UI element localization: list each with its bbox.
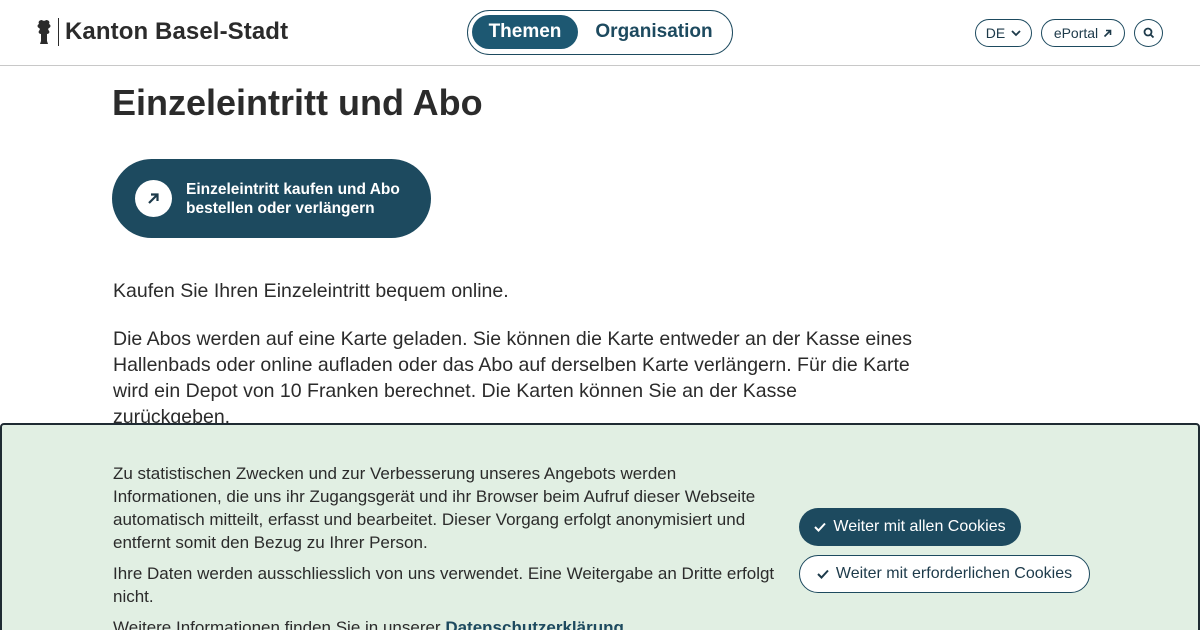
logo-divider — [58, 18, 59, 46]
check-icon — [814, 522, 827, 532]
cookie-text-1: Zu statistischen Zwecken und zur Verbess… — [113, 464, 756, 552]
intro-paragraph: Kaufen Sie Ihren Einzeleintritt bequem o… — [113, 280, 509, 302]
cookie-text-3-suffix: . — [623, 618, 629, 630]
cookie-text-2: Ihre Daten werden ausschliesslich von un… — [113, 564, 775, 606]
abo-paragraph: Die Abos werden auf eine Karte geladen. … — [113, 328, 912, 428]
cta-label-line1: Einzeleintritt kaufen und Abo — [186, 181, 400, 198]
site-logo[interactable]: Kanton Basel-Stadt — [36, 18, 288, 46]
cta-icon-circle — [135, 180, 172, 217]
accept-all-cookies-button[interactable]: Weiter mit allen Cookies — [799, 508, 1021, 546]
site-name: Kanton Basel-Stadt — [65, 18, 289, 45]
search-button[interactable] — [1134, 19, 1163, 47]
accept-required-cookies-button[interactable]: Weiter mit erforderlichen Cookies — [799, 555, 1090, 593]
main-nav: Themen Organisation — [467, 10, 733, 55]
search-icon — [1143, 27, 1154, 39]
privacy-policy-link[interactable]: Datenschutzerklärung — [445, 618, 624, 630]
language-label: DE — [985, 25, 1006, 41]
cookie-text: Zu statistischen Zwecken und zur Verbess… — [113, 462, 785, 630]
check-icon — [817, 569, 829, 579]
chevron-down-icon — [1011, 29, 1021, 36]
nav-organisation-button[interactable]: Organisation — [582, 15, 726, 49]
eportal-link[interactable]: ePortal — [1041, 19, 1125, 47]
page-title: Einzeleintritt und Abo — [112, 82, 483, 123]
site-header: Kanton Basel-Stadt Themen Organisation D… — [0, 0, 1200, 66]
cta-label-line2: bestellen oder verlängern — [186, 200, 375, 217]
cookie-banner: Zu statistischen Zwecken und zur Verbess… — [0, 423, 1200, 630]
arrow-up-right-icon — [148, 193, 159, 204]
nav-themen-button[interactable]: Themen — [472, 15, 578, 49]
cookie-text-3-prefix: Weitere Informationen finden Sie in unse… — [113, 618, 446, 630]
accept-all-label: Weiter mit allen Cookies — [833, 518, 1006, 535]
language-selector[interactable]: DE — [975, 19, 1032, 47]
cta-label: Einzeleintritt kaufen und Abo bestellen … — [186, 180, 421, 218]
accept-required-label: Weiter mit erforderlichen Cookies — [835, 565, 1073, 582]
basel-staff-logo-icon — [37, 20, 51, 44]
eportal-label: ePortal — [1053, 25, 1099, 41]
cookie-text-3: Weitere Informationen finden Sie in unse… — [113, 616, 785, 630]
external-link-icon — [1104, 29, 1112, 37]
buy-ticket-button[interactable]: Einzeleintritt kaufen und Abo bestellen … — [112, 159, 431, 238]
